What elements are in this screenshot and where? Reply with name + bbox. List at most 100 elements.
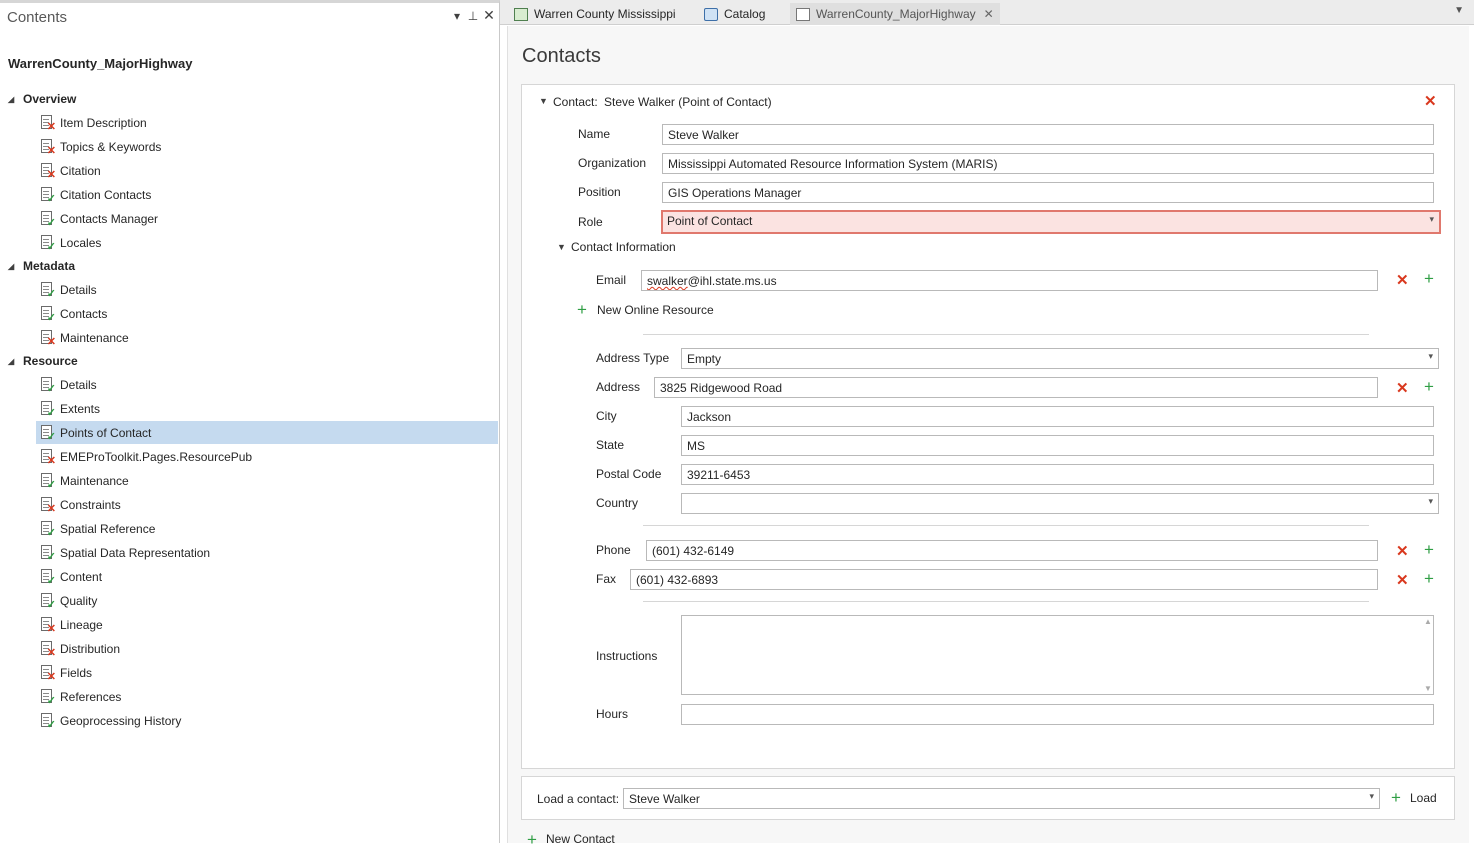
phone-label: Phone: [596, 543, 631, 557]
scroll-down-icon[interactable]: ▼: [1424, 684, 1432, 693]
close-icon[interactable]: ✕: [482, 7, 496, 24]
tree-item[interactable]: ✓ Contacts: [36, 302, 498, 325]
tree-item[interactable]: ✓ Quality: [36, 589, 498, 612]
tree-item-label: Maintenance: [60, 473, 129, 488]
position-label: Position: [578, 185, 621, 199]
city-field[interactable]: Jackson: [681, 406, 1434, 427]
expand-triangle-icon[interactable]: ◢: [8, 357, 23, 366]
page-valid-icon: ✓: [40, 425, 56, 443]
state-field[interactable]: MS: [681, 435, 1434, 456]
page-title: Contacts: [522, 45, 601, 67]
phone-field[interactable]: (601) 432-6149: [646, 540, 1378, 561]
contents-pane: Contents ▾ ⊥ ✕ WarrenCounty_MajorHighway…: [0, 0, 500, 843]
tab-list-chevron-down-icon[interactable]: ▼: [1454, 5, 1464, 16]
tree-item[interactable]: ✓ Extents: [36, 397, 498, 420]
tree-item[interactable]: ✕ Fields: [36, 661, 498, 684]
add-email-icon[interactable]: +: [1424, 270, 1434, 287]
page-valid-icon: ✓: [40, 377, 56, 395]
position-field[interactable]: GIS Operations Manager: [662, 182, 1434, 203]
tree-section-metadata[interactable]: ◢ Metadata: [8, 259, 75, 273]
tree-item[interactable]: ✕ Distribution: [36, 637, 498, 660]
tree-item[interactable]: ✕ EMEProToolkit.Pages.ResourcePub: [36, 445, 498, 468]
tree-item[interactable]: ✓ Points of Contact: [36, 421, 498, 444]
tree-item[interactable]: ✓ Details: [36, 278, 498, 301]
pane-options-icon[interactable]: ▾: [450, 9, 464, 23]
tree-item-label: Content: [60, 569, 103, 584]
load-contact-dropdown[interactable]: Steve Walker: [623, 788, 1380, 809]
remove-address-icon[interactable]: ✕: [1396, 381, 1409, 396]
new-contact-link[interactable]: New Contact: [546, 832, 615, 846]
tree-item[interactable]: ✓ Citation Contacts: [36, 183, 498, 206]
remove-email-icon[interactable]: ✕: [1396, 273, 1409, 288]
organization-field[interactable]: Mississippi Automated Resource Informati…: [662, 153, 1434, 174]
tree-item[interactable]: ✓ Contacts Manager: [36, 207, 498, 230]
instructions-textarea[interactable]: [681, 615, 1434, 695]
address-type-dropdown[interactable]: Empty: [681, 348, 1439, 369]
contact-info-chevron-icon[interactable]: ▼: [557, 242, 566, 252]
divider: [643, 334, 1369, 335]
pin-icon[interactable]: ⊥: [466, 9, 480, 23]
tree-item[interactable]: ✓ Geoprocessing History: [36, 709, 498, 732]
scroll-up-icon[interactable]: ▲: [1424, 617, 1432, 626]
expand-triangle-icon[interactable]: ◢: [8, 95, 23, 104]
add-fax-icon[interactable]: +: [1424, 570, 1434, 587]
tree-item[interactable]: ✕ Lineage: [36, 613, 498, 636]
new-contact-plus-icon[interactable]: +: [527, 831, 537, 848]
tree-item[interactable]: ✕ Maintenance: [36, 326, 498, 349]
remove-phone-icon[interactable]: ✕: [1396, 544, 1409, 559]
page-error-icon: ✕: [40, 163, 56, 181]
tree-item[interactable]: ✕ Constraints: [36, 493, 498, 516]
tree-item[interactable]: ✓ Locales: [36, 231, 498, 254]
tree-item[interactable]: ✓ References: [36, 685, 498, 708]
country-label: Country: [596, 496, 639, 510]
tree-item[interactable]: ✓ Spatial Reference: [36, 517, 498, 540]
tree-item-label: Maintenance: [60, 330, 129, 345]
tree-item-label: Fields: [60, 665, 93, 680]
collapse-chevron-icon[interactable]: ▼: [539, 96, 548, 106]
tree-item[interactable]: ✕ Topics & Keywords: [36, 135, 498, 158]
name-field[interactable]: Steve Walker: [662, 124, 1434, 145]
tree-item-label: Locales: [60, 235, 102, 250]
add-online-resource-icon[interactable]: +: [577, 301, 587, 318]
tree-item[interactable]: ✕ Item Description: [36, 111, 498, 134]
state-label: State: [596, 438, 625, 452]
country-dropdown[interactable]: [681, 493, 1439, 514]
add-phone-icon[interactable]: +: [1424, 541, 1434, 558]
name-label: Name: [578, 127, 611, 141]
page-error-icon: ✕: [40, 665, 56, 683]
delete-contact-icon[interactable]: ✕: [1424, 94, 1437, 109]
tree-item[interactable]: ✓ Maintenance: [36, 469, 498, 492]
tree-section-resource[interactable]: ◢ Resource: [8, 354, 78, 368]
tree-item-label: References: [60, 689, 122, 704]
tab-metadata[interactable]: WarrenCounty_MajorHighway ✕: [790, 3, 1000, 25]
load-contact-label: Load a contact:: [537, 792, 620, 806]
load-plus-icon[interactable]: +: [1391, 789, 1401, 806]
tab-warren-county-map[interactable]: Warren County Mississippi: [508, 3, 682, 25]
email-field[interactable]: swalker@ihl.state.ms.us: [641, 270, 1378, 291]
load-button[interactable]: Load: [1410, 791, 1437, 805]
remove-fax-icon[interactable]: ✕: [1396, 573, 1409, 588]
document-title: WarrenCounty_MajorHighway: [8, 56, 193, 71]
tree-item-label: Geoprocessing History: [60, 713, 182, 728]
tree-item[interactable]: ✓ Spatial Data Representation: [36, 541, 498, 564]
tab-label: WarrenCounty_MajorHighway: [816, 7, 976, 21]
role-dropdown[interactable]: Point of Contact: [661, 210, 1441, 234]
tree-section-overview[interactable]: ◢ Overview: [8, 92, 76, 106]
fax-field[interactable]: (601) 432-6893: [630, 569, 1378, 590]
page-valid-icon: ✓: [40, 569, 56, 587]
postal-code-field[interactable]: 39211-6453: [681, 464, 1434, 485]
page-error-icon: ✕: [40, 449, 56, 467]
tree-item[interactable]: ✓ Details: [36, 373, 498, 396]
tree-item[interactable]: ✕ Citation: [36, 159, 498, 182]
add-address-icon[interactable]: +: [1424, 378, 1434, 395]
expand-triangle-icon[interactable]: ◢: [8, 262, 23, 271]
hours-field[interactable]: [681, 704, 1434, 725]
tree-item[interactable]: ✓ Content: [36, 565, 498, 588]
fax-label: Fax: [596, 572, 617, 586]
tab-catalog[interactable]: Catalog: [698, 3, 771, 25]
tab-close-icon[interactable]: ✕: [984, 7, 994, 21]
page-error-icon: ✕: [40, 497, 56, 515]
address-field[interactable]: 3825 Ridgewood Road: [654, 377, 1378, 398]
divider: [643, 525, 1369, 526]
new-online-resource-link[interactable]: New Online Resource: [597, 303, 714, 317]
